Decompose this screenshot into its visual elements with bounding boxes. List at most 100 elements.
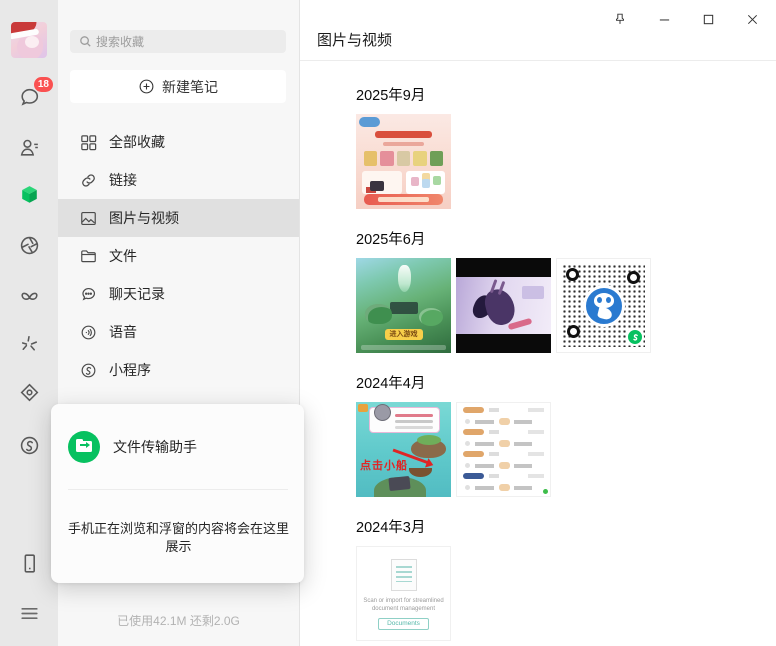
contacts-nav-button[interactable] — [16, 134, 42, 160]
date-group-label: 2025年6月 — [356, 228, 776, 249]
favorite-image-thumbnail-promo[interactable] — [356, 114, 451, 209]
channels-nav-button[interactable] — [16, 282, 42, 308]
maximize-button[interactable] — [686, 6, 730, 32]
document-icon — [391, 559, 417, 591]
navigation-rail: 18 — [0, 0, 58, 646]
sidebar-item-chat-history[interactable]: 聊天记录 — [58, 275, 299, 313]
menu-hamburger-icon — [17, 601, 42, 626]
panda-logo — [583, 285, 625, 327]
thumb-art — [463, 406, 544, 428]
moments-nav-button[interactable] — [16, 232, 42, 258]
titlebar: 图片与视频 — [300, 0, 776, 61]
popup-divider — [68, 489, 288, 490]
date-group-label: 2024年4月 — [356, 372, 776, 393]
favorite-video-thumbnail[interactable] — [456, 258, 551, 353]
thumbnail-row: Scan or import for streamlined document … — [356, 546, 776, 641]
thumbnail-row: 进入游戏 — [356, 258, 776, 353]
chat-unread-badge: 18 — [34, 77, 53, 92]
thumb-art — [627, 271, 640, 284]
popup-description: 手机正在浏览和浮窗的内容将会在这里展示 — [63, 520, 294, 556]
search-input[interactable] — [70, 30, 286, 53]
miniprogram-icon — [79, 361, 98, 380]
sidebar-item-all-favorites[interactable]: 全部收藏 — [58, 123, 299, 161]
thumb-art — [594, 293, 614, 308]
sidebar-item-label: 聊天记录 — [109, 284, 165, 304]
image-icon — [79, 209, 98, 228]
thumb-art — [364, 194, 443, 205]
chat-nav-button[interactable]: 18 — [16, 84, 42, 110]
minimize-button[interactable] — [642, 6, 686, 32]
sidebar-item-label: 语音 — [109, 322, 137, 342]
thumb-art — [409, 468, 432, 477]
thumb-art — [543, 489, 548, 494]
pin-button[interactable] — [598, 6, 642, 32]
sidebar-item-images-videos[interactable]: 图片与视频 — [58, 199, 299, 237]
search-box — [70, 30, 286, 53]
thumbnail-row — [356, 114, 776, 209]
storage-info: 已使用42.1M 还剩2.0G — [58, 594, 299, 646]
thumb-art — [567, 325, 580, 338]
thumb-art — [365, 304, 392, 324]
thumb-art — [566, 268, 579, 281]
thumbnail-row: 点击小船 — [356, 402, 776, 497]
avatar[interactable] — [11, 22, 47, 58]
miniprogram-panel-nav-button[interactable] — [16, 379, 42, 405]
main-panel: 图片与视频 — [300, 0, 776, 646]
favorite-image-thumbnail-document-app[interactable]: Scan or import for streamlined document … — [356, 546, 451, 641]
avatar-art — [25, 36, 39, 48]
close-button[interactable] — [730, 6, 774, 32]
thumb-art — [375, 131, 432, 138]
more-menu-button[interactable] — [16, 600, 42, 626]
grid-icon — [79, 133, 98, 152]
sidebar-item-miniprograms[interactable]: 小程序 — [58, 351, 299, 389]
date-group-label: 2025年9月 — [356, 84, 776, 105]
favorites-menu: 全部收藏 链接 图片与视频 — [58, 123, 299, 389]
popup-title: 文件传输助手 — [113, 437, 197, 457]
minimize-icon — [658, 13, 671, 26]
new-note-label: 新建笔记 — [162, 77, 218, 97]
channels-icon — [17, 283, 42, 308]
thumb-art — [419, 308, 443, 326]
new-note-button[interactable]: 新建笔记 — [70, 70, 286, 103]
images-videos-grid: 2025年9月 2025年6月 — [300, 61, 776, 646]
thumb-art — [390, 302, 418, 314]
window-controls — [598, 6, 774, 32]
miniprogram-panel-icon — [17, 380, 42, 405]
thumb-art — [361, 345, 446, 350]
popup-header: 文件传输助手 — [51, 404, 304, 463]
search-icon — [78, 34, 93, 54]
favorite-image-thumbnail-match-list[interactable] — [456, 402, 551, 497]
sidebar-item-voice[interactable]: 语音 — [58, 313, 299, 351]
page-title: 图片与视频 — [317, 29, 392, 50]
maximize-icon — [702, 13, 715, 26]
sidebar-item-label: 图片与视频 — [109, 208, 179, 228]
favorites-nav-button[interactable] — [16, 182, 42, 208]
thumb-art — [456, 277, 551, 334]
thumb-art — [362, 171, 402, 194]
favorite-image-thumbnail-island-game[interactable]: 点击小船 — [356, 402, 451, 497]
miniprogram-logo-icon — [626, 328, 644, 346]
thumb-art — [398, 265, 411, 292]
s-circle-icon — [17, 433, 42, 458]
sidebar-item-label: 小程序 — [109, 360, 151, 380]
phone-nav-button[interactable] — [16, 550, 42, 576]
sidebar-item-links[interactable]: 链接 — [58, 161, 299, 199]
thumb-game-button-text: 进入游戏 — [385, 329, 423, 340]
thumb-art — [463, 472, 544, 494]
sidebar-item-label: 文件 — [109, 246, 137, 266]
search-discover-nav-button[interactable] — [16, 330, 42, 356]
close-icon — [746, 13, 759, 26]
file-transfer-icon — [68, 431, 100, 463]
sidebar-item-files[interactable]: 文件 — [58, 237, 299, 275]
sidebar-item-label: 链接 — [109, 170, 137, 190]
phone-icon — [17, 551, 42, 576]
thumb-art — [359, 117, 380, 127]
favorites-cube-icon — [17, 183, 42, 208]
favorite-image-thumbnail-game[interactable]: 进入游戏 — [356, 258, 451, 353]
date-group-label: 2024年3月 — [356, 516, 776, 537]
thumb-overlay-text: 点击小船 — [360, 457, 408, 473]
thumb-art — [406, 171, 445, 194]
s-circle-nav-button[interactable] — [16, 432, 42, 458]
thumb-art — [364, 151, 443, 166]
favorite-qr-code-thumbnail[interactable] — [556, 258, 651, 353]
